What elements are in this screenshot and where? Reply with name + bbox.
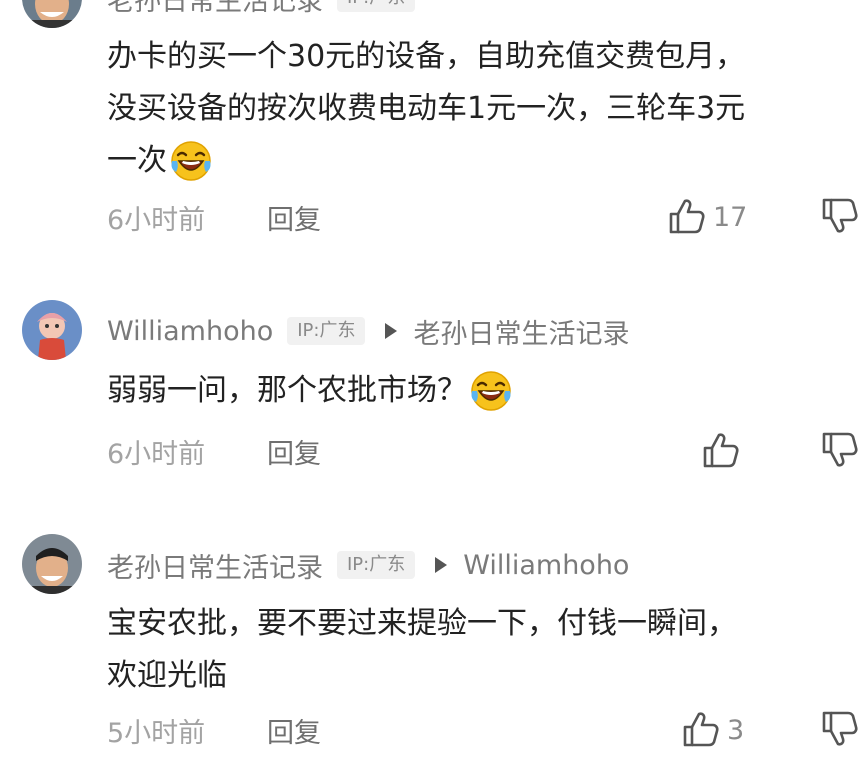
thumb-up-icon <box>701 431 741 471</box>
thumb-down-icon <box>820 429 860 469</box>
timestamp: 6小时前 <box>107 204 206 236</box>
thumb-down-icon <box>820 195 860 235</box>
dislike-button[interactable] <box>820 429 860 473</box>
ip-badge: IP:广东 <box>287 317 366 345</box>
like-button[interactable] <box>701 431 741 471</box>
avatar[interactable] <box>22 0 82 28</box>
author-name[interactable]: 老孙日常生活记录 <box>107 0 323 18</box>
comment-line: 办卡的买一个30元的设备，自助充值交费包月， <box>107 39 746 74</box>
laughing-tears-emoji <box>169 139 213 183</box>
thumb-down-icon <box>820 708 860 748</box>
timestamp: 5小时前 <box>107 717 206 749</box>
reply-arrow-icon <box>383 321 399 341</box>
comment-footer: 5小时前 回复 3 <box>107 710 862 750</box>
thumb-up-icon <box>667 197 707 237</box>
reply-arrow-icon <box>433 555 449 575</box>
comment-line-last: 一次 <box>107 135 862 187</box>
reply-button[interactable]: 回复 <box>267 711 321 750</box>
laughing-tears-emoji <box>469 369 513 413</box>
dislike-button[interactable] <box>820 708 860 752</box>
like-button[interactable]: 3 <box>681 710 744 750</box>
comment-line: 弱弱一问，那个农批市场？ <box>107 373 467 408</box>
comment-line: 没买设备的按次收费电动车1元一次，三轮车3元 <box>107 91 746 126</box>
author-name[interactable]: Williamhoho <box>107 316 273 347</box>
dislike-button[interactable] <box>820 195 860 239</box>
comment-line: 一次 <box>107 143 167 178</box>
reply-button[interactable]: 回复 <box>267 432 321 471</box>
comment-line-last: 弱弱一问，那个农批市场？ <box>107 365 862 417</box>
like-button[interactable]: 17 <box>667 197 747 237</box>
thumb-up-icon <box>681 710 721 750</box>
comment-body: 弱弱一问，那个农批市场？ <box>107 365 862 417</box>
author-name[interactable]: 老孙日常生活记录 <box>107 546 323 585</box>
comment-line: 欢迎光临 <box>107 658 227 693</box>
comment-body: 办卡的买一个30元的设备，自助充值交费包月， 没买设备的按次收费电动车1元一次，… <box>107 31 862 187</box>
avatar[interactable] <box>22 534 82 594</box>
comment-meta: Williamhoho IP:广东 老孙日常生活记录 <box>107 311 629 351</box>
comment-footer: 6小时前 回复 <box>107 431 862 471</box>
comment-meta: 老孙日常生活记录 IP:广东 <box>107 0 416 18</box>
like-count: 17 <box>713 201 748 233</box>
avatar[interactable] <box>22 300 82 360</box>
ip-badge: IP:广东 <box>337 551 416 579</box>
reply-target[interactable]: 老孙日常生活记录 <box>413 312 629 351</box>
comment-meta: 老孙日常生活记录 IP:广东 Williamhoho <box>107 545 629 585</box>
reply-button[interactable]: 回复 <box>267 198 321 237</box>
ip-badge: IP:广东 <box>337 0 416 12</box>
timestamp: 6小时前 <box>107 438 206 470</box>
reply-target[interactable]: Williamhoho <box>463 550 629 581</box>
comment-body: 宝安农批，要不要过来提验一下，付钱一瞬间， 欢迎光临 <box>107 598 862 702</box>
like-count: 3 <box>727 714 745 746</box>
comment-line: 宝安农批，要不要过来提验一下，付钱一瞬间， <box>107 606 737 641</box>
comment-footer: 6小时前 回复 17 <box>107 197 862 237</box>
